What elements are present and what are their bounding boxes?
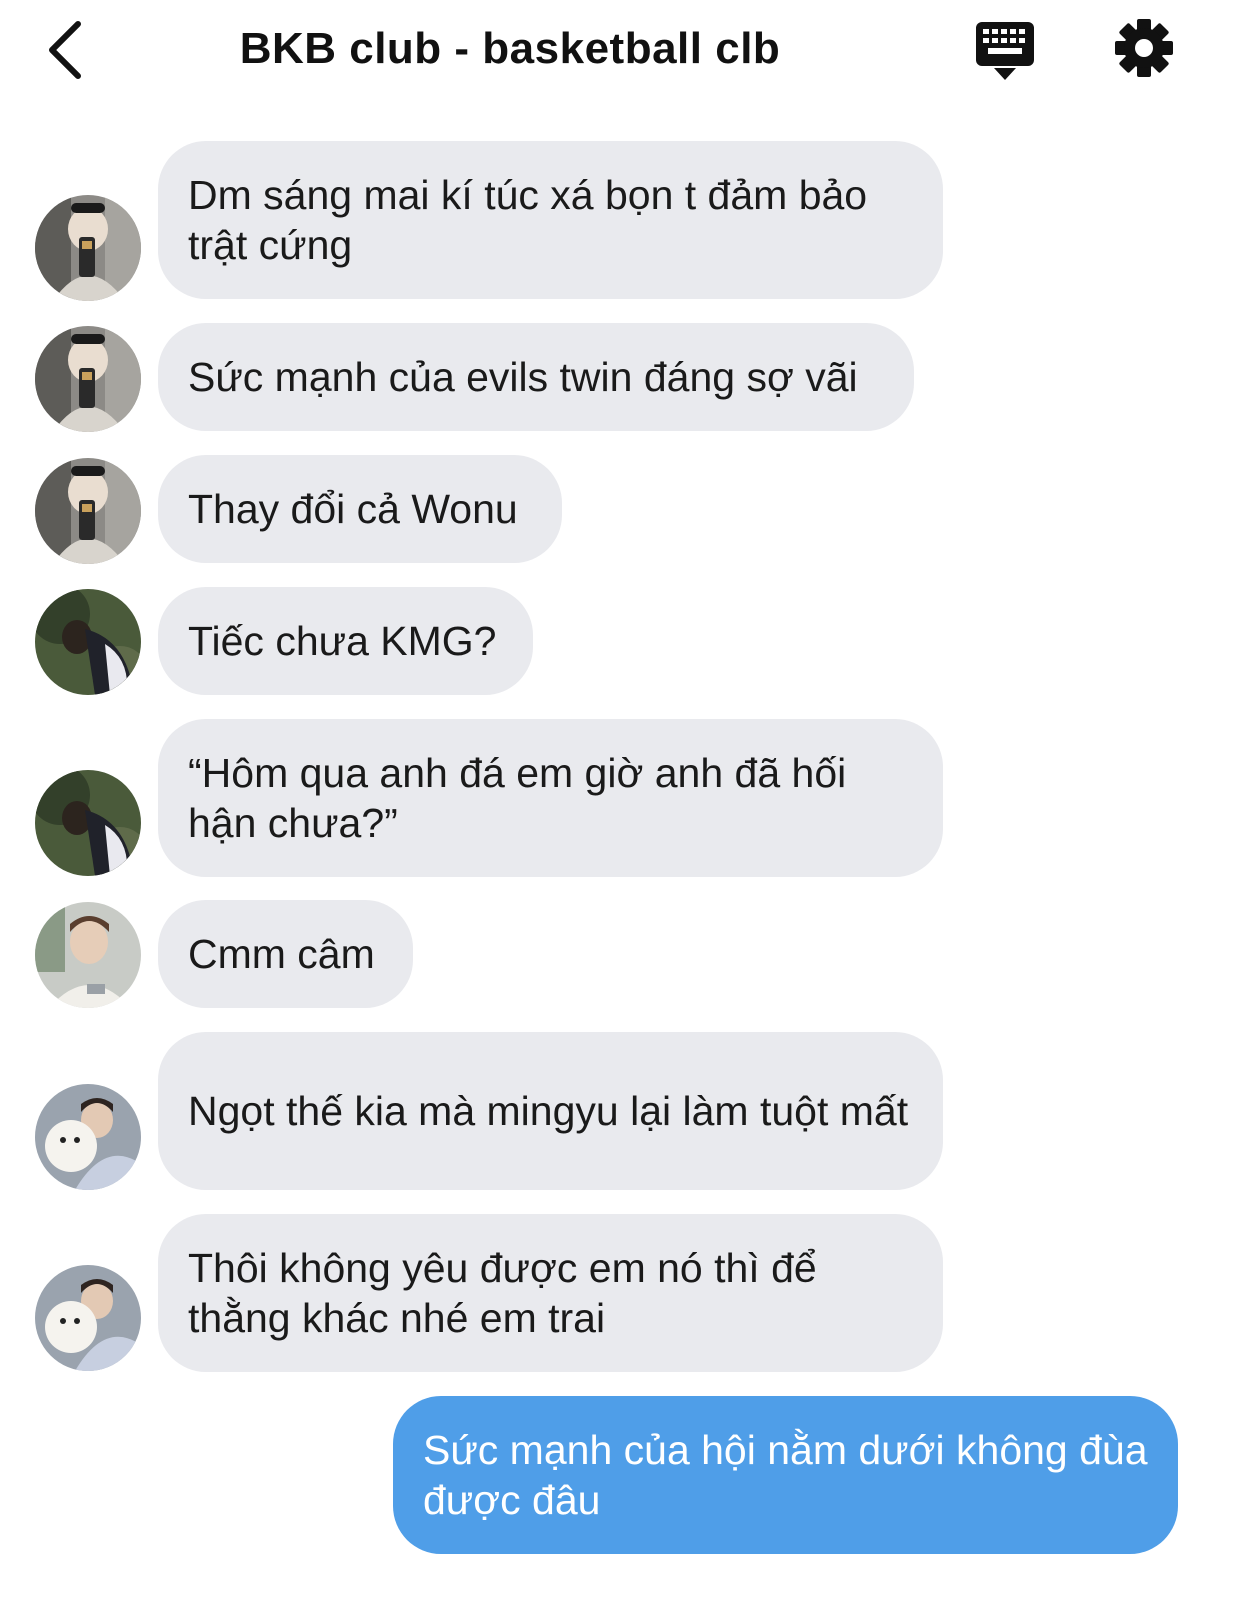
message-bubble: Thôi không yêu được em nó thì để thằng k… bbox=[158, 1214, 943, 1372]
message-bubble: “Hôm qua anh đá em giờ anh đã hối hận ch… bbox=[158, 719, 943, 877]
chat-title: BKB club - basketball clb bbox=[239, 24, 781, 73]
keyboard-button[interactable] bbox=[974, 20, 1038, 84]
message-text: Thay đổi cả Wonu bbox=[188, 486, 518, 532]
message-bubble: Ngọt thế kia mà mingyu lại làm tuột mất bbox=[158, 1032, 943, 1190]
message-text: Cmm câm bbox=[188, 931, 375, 977]
avatar[interactable] bbox=[35, 326, 141, 432]
chevron-left-icon bbox=[49, 21, 81, 79]
message-text: Dm sáng mai kí túc xá bọn t đảm bảo trật… bbox=[188, 172, 868, 268]
message-text: Ngọt thế kia mà mingyu lại làm tuột mất bbox=[188, 1088, 909, 1134]
avatar[interactable] bbox=[35, 458, 141, 564]
message-text: Tiếc chưa KMG? bbox=[188, 618, 497, 664]
avatar[interactable] bbox=[35, 1265, 141, 1371]
keyboard-icon bbox=[976, 22, 1034, 80]
message-text: Sức mạnh của hội nằm dưới không đùa được… bbox=[423, 1427, 1148, 1523]
message-text: Thôi không yêu được em nó thì để thằng k… bbox=[188, 1245, 817, 1341]
message-bubble: Thay đổi cả Wonu bbox=[158, 455, 562, 563]
avatar[interactable] bbox=[35, 770, 141, 876]
chat-header: BKB club - basketball clb bbox=[0, 0, 1242, 100]
sent-message-bubble: Sức mạnh của hội nằm dưới không đùa được… bbox=[393, 1396, 1178, 1554]
avatar[interactable] bbox=[35, 1084, 141, 1190]
back-button[interactable] bbox=[40, 18, 96, 82]
message-bubble: Sức mạnh của evils twin đáng sợ vãi bbox=[158, 323, 914, 431]
message-bubble: Dm sáng mai kí túc xá bọn t đảm bảo trật… bbox=[158, 141, 943, 299]
avatar[interactable] bbox=[35, 589, 141, 695]
avatar[interactable] bbox=[35, 195, 141, 301]
message-bubble: Tiếc chưa KMG? bbox=[158, 587, 533, 695]
message-bubble: Cmm câm bbox=[158, 900, 413, 1008]
message-text: Sức mạnh của evils twin đáng sợ vãi bbox=[188, 354, 858, 400]
gear-icon bbox=[1115, 19, 1173, 77]
message-text: “Hôm qua anh đá em giờ anh đã hối hận ch… bbox=[188, 750, 847, 846]
avatar[interactable] bbox=[35, 902, 141, 1008]
settings-button[interactable] bbox=[1112, 16, 1176, 80]
